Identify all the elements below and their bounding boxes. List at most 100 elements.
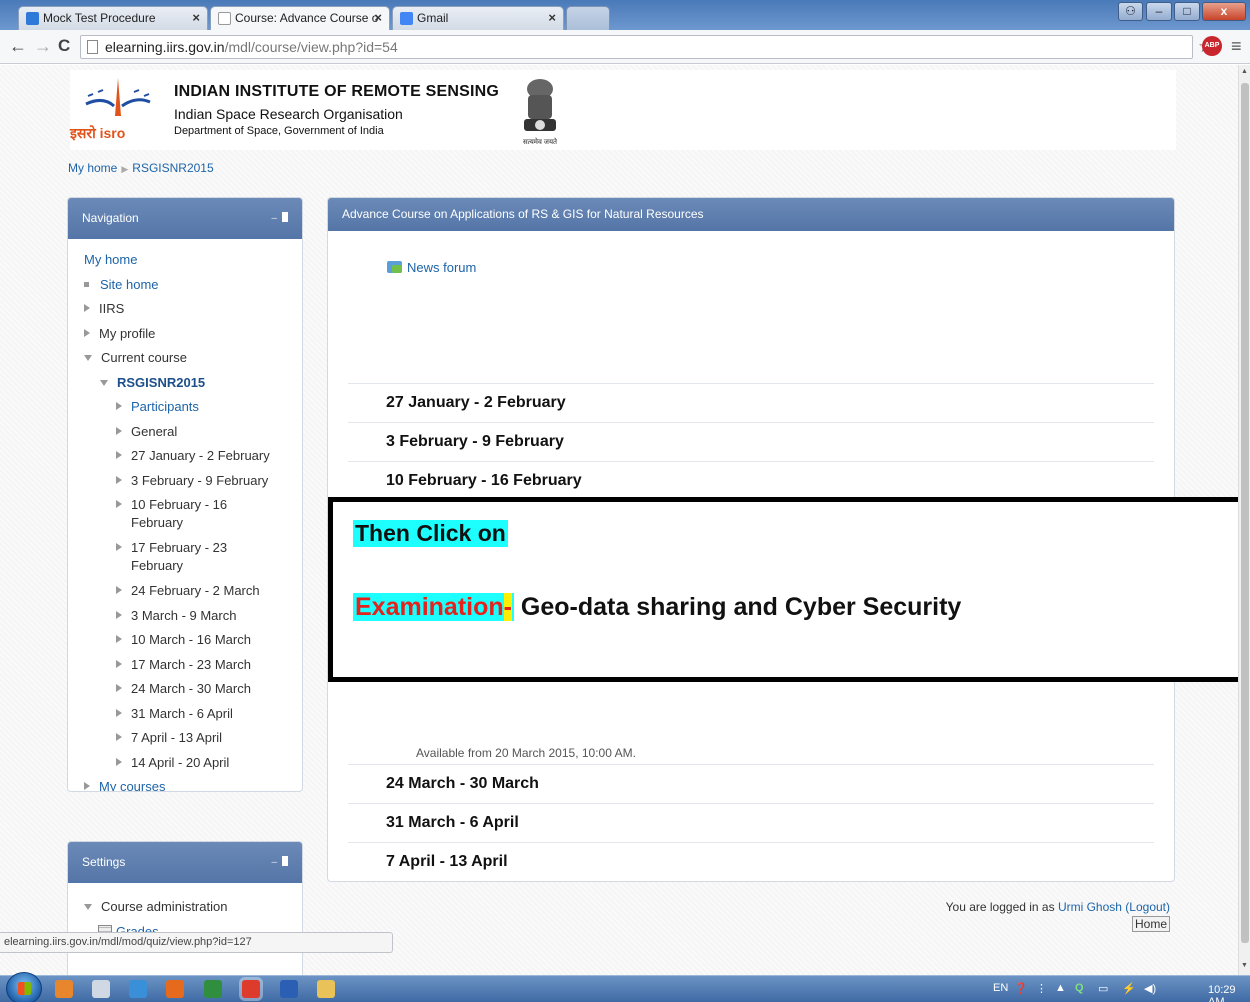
nav-item[interactable]: 10 March - 16 March [84,628,302,653]
browser-tab-strip: Mock Test Procedure × Course: Advance Co… [0,0,1250,30]
tab-title: Mock Test Procedure [43,11,156,25]
scrollbar-thumb[interactable] [1241,83,1249,943]
language-indicator[interactable]: EN [993,982,1008,994]
tab-course[interactable]: Course: Advance Course o × [210,6,390,30]
course-administration-node[interactable]: Course administration [84,895,302,920]
nav-item[interactable]: 17 March - 23 March [84,653,302,678]
nav-item[interactable]: My home [84,248,302,273]
logout-link[interactable]: (Logout) [1125,900,1170,914]
breadcrumb-course-link[interactable]: RSGISNR2015 [132,161,213,175]
expanded-arrow-icon [84,355,92,361]
word-icon[interactable] [280,980,298,998]
nav-item[interactable]: 27 January - 2 February [84,444,302,469]
logged-in-prefix: You are logged in as [945,900,1058,914]
nav-item[interactable]: 14 April - 20 April [84,751,302,776]
address-bar[interactable]: elearning.iirs.gov.in/mdl/course/view.ph… [80,35,1193,59]
tab-title: Gmail [417,11,449,25]
nav-item[interactable]: 10 February - 16 February [84,493,302,536]
block-dock-controls[interactable]: – [271,212,288,224]
pc-tray-icon[interactable]: ▭ [1098,982,1108,995]
nav-item-label: 3 February - 9 February [131,472,269,488]
tab-mock-test[interactable]: Mock Test Procedure × [18,6,208,30]
navigation-tree: My home Site home IIRS My profile Current co… [68,239,302,791]
ie-icon[interactable] [129,980,147,998]
tab-close-icon[interactable]: × [192,10,200,25]
collapsed-arrow-icon [116,426,122,435]
collapsed-arrow-icon [84,782,90,790]
nav-item[interactable]: Current course [84,346,302,371]
breadcrumb: My home ▶ RSGISNR2015 [68,161,214,175]
tab-gmail[interactable]: Gmail × [392,6,564,30]
department-name: Department of Space, Government of India [174,125,384,137]
nav-item[interactable]: Participants [84,395,302,420]
nav-item[interactable]: General [84,420,302,445]
collapsed-arrow-icon [116,659,122,668]
network-icon[interactable]: ⋮ [1036,982,1047,995]
nav-item[interactable]: My courses [84,775,302,791]
callout-line-2: Examination- Geo-data sharing and Cyber … [353,593,961,622]
week-section-title: 24 March - 30 March [348,764,1154,803]
nav-item[interactable]: Site home [84,273,302,298]
nav-item-label: 3 March - 9 March [131,607,237,623]
excel-icon[interactable] [204,980,222,998]
power-icon[interactable]: ⚡ [1122,982,1136,995]
tab-close-icon[interactable]: × [374,10,382,25]
back-arrow-icon[interactable]: ← [9,36,27,57]
forward-arrow-icon[interactable]: → [34,36,52,57]
new-tab-button[interactable] [566,6,610,30]
week-section-title: 14 April - 20 April [348,881,1154,882]
maximize-button[interactable]: □ [1174,2,1200,21]
minimize-button[interactable]: – [1146,2,1172,21]
national-emblem-icon [524,79,556,131]
block-dock-controls[interactable]: – [271,856,288,868]
settings-block-header: Settings – [68,842,302,883]
nav-item[interactable]: 31 March - 6 April [84,702,302,727]
nav-item[interactable]: 7 April - 13 April [84,726,302,751]
tab-title: Course: Advance Course o [235,11,379,25]
volume-icon[interactable]: ◀) [1144,982,1156,995]
tray-expand-icon[interactable]: ▲ [1055,982,1066,994]
reload-icon[interactable]: C [58,36,70,56]
tab-close-icon[interactable]: × [548,10,556,25]
nav-item-label: 10 March - 16 March [131,632,251,647]
nav-item-label: 14 April - 20 April [131,754,230,770]
notepad-icon[interactable] [92,980,110,998]
scroll-up-arrow-icon[interactable]: ▲ [1241,68,1248,75]
news-forum-link[interactable]: News forum [387,260,476,275]
user-profile-icon[interactable]: ⚇ [1118,2,1143,21]
app-tray-icon[interactable]: Q [1075,982,1084,994]
nav-item[interactable]: IIRS [84,297,302,322]
nav-item-label: 10 February - 16 February [131,497,228,530]
firefox-icon[interactable] [166,980,184,998]
user-profile-link[interactable]: Urmi Ghosh [1058,900,1122,914]
nav-item[interactable]: My profile [84,322,302,347]
week-section-title: 7 April - 13 April [348,842,1154,881]
start-button[interactable] [6,972,42,1002]
page-viewport: इसरो isro INDIAN INSTITUTE OF REMOTE SEN… [0,65,1238,975]
instruction-callout: Then Click on Examination- Geo-data shar… [328,497,1238,682]
footer-home-link[interactable]: Home [1132,916,1171,932]
nav-item[interactable]: 24 March - 30 March [84,677,302,702]
breadcrumb-home-link[interactable]: My home [68,161,117,175]
help-icon[interactable]: ❓ [1014,982,1028,995]
nav-item[interactable]: 3 February - 9 February [84,469,302,494]
outlook-icon[interactable] [55,980,73,998]
close-window-button[interactable]: x [1202,2,1246,21]
collapsed-arrow-icon [116,684,122,692]
chrome-icon[interactable] [242,980,260,998]
nav-item[interactable]: 24 February - 2 March [84,579,302,604]
week-section-title: 27 January - 2 February [348,383,1154,422]
page-scrollbar[interactable]: ▲ ▼ [1238,65,1250,975]
news-forum-label: News forum [407,260,477,275]
collapsed-arrow-icon [116,733,122,741]
scroll-down-arrow-icon[interactable]: ▼ [1241,962,1248,969]
availability-note: Available from 20 March 2015, 10:00 AM. [416,746,636,760]
nav-item[interactable]: 17 February - 23 February [84,536,302,579]
hamburger-menu-icon[interactable]: ≡ [1231,36,1242,57]
adblock-icon[interactable]: ABP [1202,36,1222,56]
nav-item-label: My home [84,252,138,267]
nav-item[interactable]: 3 March - 9 March [84,604,302,629]
nav-item[interactable]: RSGISNR2015 [84,371,302,396]
explorer-icon[interactable] [317,980,335,998]
forum-icon [387,261,402,273]
